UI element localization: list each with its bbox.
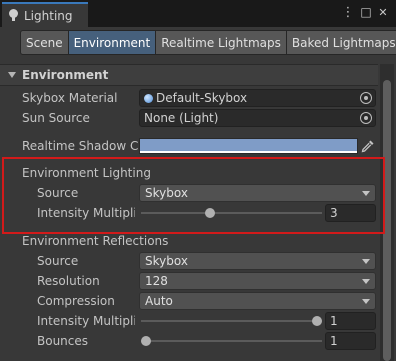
eyedropper-icon[interactable] — [361, 139, 375, 153]
section-title: Environment — [22, 68, 109, 82]
env-reflections-intensity-label: Intensity Multiplier — [37, 314, 135, 328]
light-bulb-icon — [8, 9, 19, 22]
sun-source-label: Sun Source — [22, 111, 90, 125]
alpha-bar — [140, 151, 357, 153]
more-options-icon[interactable]: ⋮ — [341, 5, 355, 19]
window-tab-lighting[interactable]: Lighting — [2, 2, 88, 27]
sun-source-field[interactable]: None (Light) — [139, 109, 376, 127]
resolution-dropdown[interactable]: 128 — [139, 272, 376, 290]
skybox-material-row: Skybox Material Default-Skybox — [0, 88, 380, 108]
env-reflections-intensity-slider-handle[interactable] — [312, 316, 322, 326]
maximize-icon[interactable]: □ — [359, 5, 373, 19]
lighting-tabs: Scene Environment Realtime Lightmaps Bak… — [20, 30, 396, 55]
tab-environment[interactable]: Environment — [68, 30, 157, 55]
compression-row: Compression Auto — [0, 291, 380, 311]
sun-source-value: None (Light) — [144, 111, 219, 125]
close-icon[interactable]: ✕ — [376, 5, 390, 19]
env-reflections-intensity-row: Intensity Multiplier 1 — [0, 311, 380, 331]
skybox-material-field[interactable]: Default-Skybox — [139, 89, 376, 107]
window-title: Lighting — [24, 8, 73, 23]
resolution-label: Resolution — [37, 274, 100, 288]
compression-value: Auto — [145, 294, 173, 308]
resolution-row: Resolution 128 — [0, 271, 380, 291]
bounces-slider-handle[interactable] — [141, 336, 151, 346]
env-reflections-source-row: Source Skybox — [0, 251, 380, 271]
bounces-row: Bounces 1 — [0, 331, 380, 351]
compression-dropdown[interactable]: Auto — [139, 292, 376, 310]
foldout-arrow-icon[interactable] — [8, 72, 16, 78]
compression-label: Compression — [37, 294, 115, 308]
bounces-label: Bounces — [37, 334, 89, 348]
sun-source-row: Sun Source None (Light) — [0, 108, 380, 128]
object-picker-icon[interactable] — [360, 92, 372, 104]
title-bar: Lighting ⋮ □ ✕ — [0, 0, 396, 27]
bounces-slider-track[interactable] — [141, 340, 322, 342]
tab-baked-lightmaps[interactable]: Baked Lightmaps — [286, 30, 396, 55]
env-reflections-source-label: Source — [37, 254, 79, 268]
env-reflections-intensity-field[interactable]: 1 — [325, 312, 376, 330]
object-picker-icon[interactable] — [360, 112, 372, 124]
dropdown-arrow-icon — [362, 279, 370, 284]
skybox-material-label: Skybox Material — [22, 91, 118, 105]
resolution-value: 128 — [145, 274, 168, 288]
shadow-color-swatch[interactable] — [139, 138, 358, 154]
environment-reflections-heading: Environment Reflections — [22, 234, 169, 248]
environment-section-header[interactable]: Environment — [0, 64, 378, 86]
env-reflections-source-value: Skybox — [145, 254, 188, 268]
dropdown-arrow-icon — [362, 259, 370, 264]
bounces-field[interactable]: 1 — [325, 332, 376, 350]
tab-realtime-lightmaps[interactable]: Realtime Lightmaps — [156, 30, 287, 55]
environment-lighting-highlight — [2, 157, 385, 234]
material-sphere-icon — [144, 94, 153, 103]
env-reflections-intensity-slider-track[interactable] — [141, 320, 322, 322]
dropdown-arrow-icon — [362, 299, 370, 304]
realtime-shadow-color-row: Realtime Shadow Color — [0, 136, 380, 156]
env-reflections-source-dropdown[interactable]: Skybox — [139, 252, 376, 270]
lighting-window: Lighting ⋮ □ ✕ Scene Environment Realtim… — [0, 0, 396, 361]
tab-scene[interactable]: Scene — [20, 30, 69, 55]
skybox-material-value: Default-Skybox — [156, 91, 248, 105]
realtime-shadow-color-label: Realtime Shadow Color — [22, 139, 138, 153]
